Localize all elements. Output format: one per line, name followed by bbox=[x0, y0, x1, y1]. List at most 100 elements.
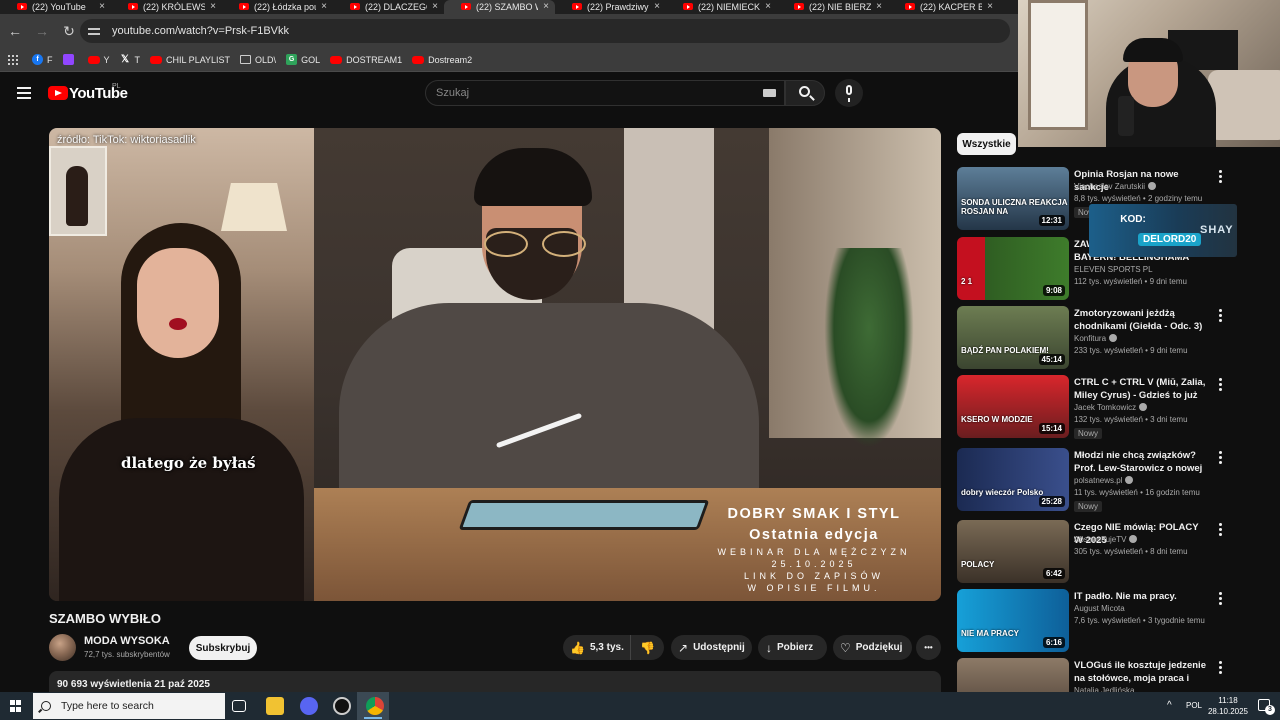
keyboard-icon[interactable] bbox=[763, 89, 776, 97]
browser-tab[interactable]: (22) Łódzka poucz × bbox=[222, 0, 333, 14]
menu-icon[interactable] bbox=[17, 87, 31, 99]
chrome-icon[interactable] bbox=[366, 697, 384, 715]
more-options-icon[interactable] bbox=[1219, 523, 1223, 538]
close-tab-icon[interactable]: × bbox=[432, 0, 438, 14]
bookmark-item[interactable]: fF bbox=[32, 54, 53, 65]
close-tab-icon[interactable]: × bbox=[321, 0, 327, 14]
video-thumbnail[interactable]: BĄDŹ PAN POLAKIEM! 45:14 bbox=[957, 306, 1069, 369]
recommended-video[interactable]: WEEK IN MY LIFEVLOGuś ile kosztuje jedze… bbox=[957, 658, 1267, 720]
video-thumbnail[interactable]: NIE MA PRACY 6:16 bbox=[957, 589, 1069, 652]
recommended-channel[interactable]: Konfitura bbox=[1074, 334, 1118, 343]
bookmark-item[interactable]: DOSTREAM1 bbox=[330, 55, 402, 65]
bookmark-item[interactable]: G GOL bbox=[286, 54, 320, 65]
bookmark-item[interactable]: 𝕏T bbox=[120, 54, 140, 65]
youtube-logo-icon[interactable] bbox=[48, 86, 68, 100]
close-tab-icon[interactable]: × bbox=[765, 0, 771, 14]
tray-chevron-icon[interactable]: ^ bbox=[1167, 700, 1172, 711]
discord-icon[interactable] bbox=[300, 697, 318, 715]
bookmark-item[interactable] bbox=[62, 54, 78, 65]
recommended-channel[interactable]: AbstrachujeTV bbox=[1074, 535, 1138, 544]
more-options-icon[interactable] bbox=[1219, 661, 1223, 676]
search-button[interactable] bbox=[785, 80, 825, 106]
recommended-video[interactable]: NIE MA PRACY 6:16 IT padło. Nie ma pracy. A… bbox=[957, 589, 1267, 655]
address-bar[interactable]: youtube.com/watch?v=Prsk-F1BVkk bbox=[80, 19, 1010, 43]
browser-tab[interactable]: (22) NIE BIERZ SA × bbox=[777, 0, 888, 14]
close-tab-icon[interactable]: × bbox=[876, 0, 882, 14]
forward-button[interactable]: → bbox=[30, 19, 54, 43]
video-thumbnail[interactable]: dobry wieczór Polsko 25:28 bbox=[957, 448, 1069, 511]
recommended-video-title[interactable]: IT padło. Nie ma pracy. bbox=[1074, 590, 1207, 603]
video-thumbnail[interactable]: POLACY 6:42 bbox=[957, 520, 1069, 583]
filter-chip-all[interactable]: Wszystkie bbox=[957, 133, 1016, 155]
recommended-channel[interactable]: Jacek Tomkowicz bbox=[1074, 403, 1148, 412]
recommended-channel[interactable]: ELEVEN SPORTS PL bbox=[1074, 265, 1153, 274]
close-tab-icon[interactable]: × bbox=[654, 0, 660, 14]
download-button[interactable]: ↓ Pobierz bbox=[758, 635, 827, 660]
subscribe-button[interactable]: Subskrybuj bbox=[189, 636, 257, 660]
video-thumbnail[interactable]: SONDA ULICZNA REAKCJA ROSJAN NA 12:31 bbox=[957, 167, 1069, 230]
recommended-video[interactable]: dobry wieczór Polsko 25:28 Młodzi nie chcą… bbox=[957, 448, 1267, 514]
taskbar-clock[interactable]: 11:18 28.10.2025 bbox=[1205, 695, 1251, 717]
clock-time: 11:18 bbox=[1218, 696, 1238, 705]
browser-tab[interactable]: (22) SZAMBO WY × bbox=[444, 0, 555, 14]
close-tab-icon[interactable]: × bbox=[99, 0, 105, 14]
input-language[interactable]: POL bbox=[1186, 701, 1202, 710]
like-button[interactable]: 👍 5,3 tys. bbox=[563, 635, 631, 660]
bookmark-item[interactable]: CHIL PLAYLIST bbox=[150, 55, 230, 65]
video-player[interactable]: źródło: TikTok: wiktoriasadlik dlatego ż… bbox=[49, 128, 941, 601]
recommended-video[interactable]: BĄDŹ PAN POLAKIEM! 45:14 Zmotoryzowani jeż… bbox=[957, 306, 1267, 372]
recommended-video-title[interactable]: CTRL C + CTRL V (Miū, Zalia, Miley Cyrus… bbox=[1074, 376, 1207, 402]
apps-grid-icon[interactable] bbox=[8, 54, 18, 65]
close-tab-icon[interactable]: × bbox=[987, 0, 993, 14]
more-options-icon[interactable] bbox=[1219, 309, 1223, 324]
screen: (22) YouTube×(22) KRÓLEWSKIE×(22) Łódzka… bbox=[0, 0, 1280, 720]
bookmark-label: GOL bbox=[301, 54, 321, 65]
close-tab-icon[interactable]: × bbox=[210, 0, 216, 14]
browser-tab[interactable]: (22) NIEMIECKIE F × bbox=[666, 0, 777, 14]
youtube-favicon-icon bbox=[128, 3, 138, 10]
sponsor-logo: SHAY bbox=[1200, 224, 1234, 236]
close-tab-icon[interactable]: × bbox=[543, 0, 549, 14]
share-button[interactable]: ↗ Udostępnij bbox=[671, 635, 752, 660]
obs-icon[interactable] bbox=[333, 697, 351, 715]
recommended-channel[interactable]: Viacheslav Zarutskii bbox=[1074, 182, 1156, 191]
dislike-button[interactable]: 👎 bbox=[631, 641, 664, 655]
recommended-video-title[interactable]: Młodzi nie chcą związków? Prof. Lew-Star… bbox=[1074, 449, 1207, 475]
more-options-icon[interactable] bbox=[1219, 451, 1223, 466]
channel-name[interactable]: MODA WYSOKA bbox=[84, 635, 170, 647]
taskbar-search-input[interactable]: Type here to search bbox=[33, 693, 225, 719]
bookmark-item[interactable]: OLD\ bbox=[240, 55, 276, 65]
search-input[interactable]: Szukaj bbox=[425, 80, 785, 106]
recommended-video[interactable]: POLACY 6:42 Czego NIE mówią: POLACY W 2025… bbox=[957, 520, 1267, 586]
reload-button[interactable]: ↻ bbox=[57, 19, 81, 43]
file-explorer-icon[interactable] bbox=[266, 697, 284, 715]
thumbs-down-icon: 👎 bbox=[640, 640, 655, 655]
more-options-icon[interactable] bbox=[1219, 170, 1223, 185]
browser-tab[interactable]: (22) YouTube × bbox=[0, 0, 111, 14]
more-actions-button[interactable]: ••• bbox=[916, 635, 941, 660]
browser-tab[interactable]: (22) KRÓLEWSKIE × bbox=[111, 0, 222, 14]
back-button[interactable]: ← bbox=[3, 19, 27, 43]
browser-tab[interactable]: (22) Prawdziwy Le × bbox=[555, 0, 666, 14]
task-view-icon[interactable] bbox=[232, 700, 246, 712]
wall-portrait bbox=[49, 146, 107, 236]
recommended-channel[interactable]: August Micota bbox=[1074, 604, 1125, 613]
more-options-icon[interactable] bbox=[1219, 592, 1223, 607]
channel-avatar[interactable] bbox=[49, 634, 76, 661]
voice-search-button[interactable] bbox=[835, 79, 863, 107]
video-thumbnail[interactable]: KSERO W MODZIE 15:14 bbox=[957, 375, 1069, 438]
bookmark-item[interactable]: Dostream2 bbox=[412, 55, 472, 65]
site-info-icon[interactable] bbox=[88, 26, 100, 36]
heart-dollar-icon: ♡ bbox=[840, 640, 851, 655]
recommended-channel[interactable]: polsatnews.pl bbox=[1074, 476, 1134, 485]
browser-tab[interactable]: (22) DLACZEGO W × bbox=[333, 0, 444, 14]
windows-start-icon[interactable] bbox=[10, 700, 22, 712]
more-options-icon[interactable] bbox=[1219, 378, 1223, 393]
video-thumbnail[interactable]: 2 1 9:08 bbox=[957, 237, 1069, 300]
browser-tab[interactable]: (22) KACPER BŁOŃ × bbox=[888, 0, 999, 14]
recommended-video-title[interactable]: VLOGuś ile kosztuje jedzenie na stołówce… bbox=[1074, 659, 1207, 685]
recommended-video-title[interactable]: Zmotoryzowani jeżdżą chodnikami (Giełda … bbox=[1074, 307, 1207, 333]
thanks-button[interactable]: ♡ Podziękuj bbox=[833, 635, 912, 660]
bookmark-item[interactable]: Y bbox=[87, 55, 110, 65]
recommended-video[interactable]: KSERO W MODZIE 15:14 CTRL C + CTRL V (Miū,… bbox=[957, 375, 1267, 441]
